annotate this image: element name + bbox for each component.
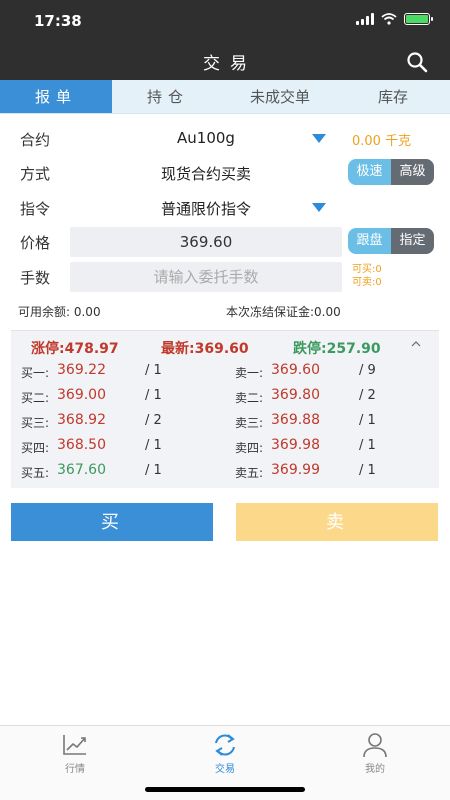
bottom-nav-label: 交易	[215, 764, 235, 775]
can-sell-count: 可卖:0	[352, 277, 382, 288]
bid-price[interactable]: 369.00	[57, 387, 106, 403]
depth-row: 买二: 369.00 / 1 卖二: 369.80 / 2	[11, 386, 439, 408]
contract-quantity: 0.00 千克	[352, 134, 412, 149]
chevron-up-icon[interactable]	[411, 339, 421, 349]
order-type-label: 指令	[20, 200, 51, 218]
mode-row: 方式 现货合约买卖 极速 高级	[0, 158, 450, 188]
bottom-nav-trade[interactable]: 交易	[185, 732, 265, 775]
lots-row: 手数 可买:0 可卖:0	[0, 262, 450, 292]
price-toggle: 跟盘 指定	[348, 228, 434, 254]
bid-label: 买三:	[21, 416, 50, 430]
wifi-icon	[381, 13, 397, 25]
ask-volume: / 1	[359, 438, 376, 453]
price-label: 价格	[20, 234, 51, 252]
contract-row[interactable]: 合约 Au100g 0.00 千克	[0, 124, 450, 154]
page-title: 交易	[203, 54, 257, 74]
can-buy-count: 可买:0	[352, 264, 382, 275]
ask-label: 卖四:	[235, 441, 264, 455]
status-time: 17:38	[34, 12, 82, 30]
battery-icon	[404, 13, 433, 25]
bid-label: 买四:	[21, 441, 50, 455]
ask-volume: / 2	[359, 388, 376, 403]
mode-label: 方式	[20, 165, 51, 183]
bid-volume: / 1	[145, 463, 162, 478]
tab-pending[interactable]: 未成交单	[224, 80, 336, 113]
latest-price: 最新:369.60	[161, 341, 249, 357]
order-type-select[interactable]: 普通限价指令	[70, 198, 342, 219]
ask-label: 卖三:	[235, 416, 264, 430]
available-balance: 可用余额: 0.00	[18, 305, 101, 319]
limit-down-price: 跌停:257.90	[293, 341, 381, 357]
frozen-margin: 本次冻结保证金:0.00	[226, 305, 341, 319]
ask-volume: / 1	[359, 413, 376, 428]
bottom-nav-label: 行情	[65, 764, 85, 775]
price-fixed-button[interactable]: 指定	[391, 228, 434, 254]
bid-label: 买一:	[21, 366, 50, 380]
chevron-down-icon[interactable]	[312, 203, 326, 212]
search-icon[interactable]	[406, 51, 428, 73]
ask-price[interactable]: 369.98	[271, 437, 320, 453]
home-indicator	[145, 787, 305, 792]
trade-tabs: 报单 持仓 未成交单 库存	[0, 80, 450, 114]
status-bar: 17:38	[0, 0, 450, 40]
sell-button[interactable]: 卖	[236, 503, 438, 541]
ask-price[interactable]: 369.99	[271, 462, 320, 478]
lots-label: 手数	[20, 269, 51, 287]
buy-button[interactable]: 买	[11, 503, 213, 541]
ask-price[interactable]: 369.60	[271, 362, 320, 378]
order-type-row[interactable]: 指令 普通限价指令	[0, 193, 450, 223]
bid-price[interactable]: 369.22	[57, 362, 106, 378]
contract-select[interactable]: Au100g	[70, 129, 342, 147]
mode-advanced-button[interactable]: 高级	[391, 159, 434, 185]
mode-toggle: 极速 高级	[348, 159, 434, 185]
bid-label: 买五:	[21, 466, 50, 480]
depth-row: 买一: 369.22 / 1 卖一: 369.60 / 9	[11, 361, 439, 383]
bid-price[interactable]: 368.92	[57, 412, 106, 428]
bid-volume: / 1	[145, 363, 162, 378]
refresh-icon	[215, 734, 235, 756]
depth-row: 买五: 367.60 / 1 卖五: 369.99 / 1	[11, 461, 439, 483]
mode-value: 现货合约买卖	[160, 165, 251, 183]
price-follow-button[interactable]: 跟盘	[348, 228, 391, 254]
ask-volume: / 1	[359, 463, 376, 478]
chart-line-icon	[63, 735, 86, 755]
bid-label: 买二:	[21, 391, 50, 405]
bid-volume: / 2	[145, 413, 162, 428]
bid-volume: / 1	[145, 388, 162, 403]
bottom-nav-label: 我的	[365, 764, 385, 775]
ask-label: 卖二:	[235, 391, 264, 405]
lots-input[interactable]	[70, 262, 342, 292]
chevron-down-icon[interactable]	[312, 134, 326, 143]
user-icon	[363, 733, 387, 758]
bottom-nav-market[interactable]: 行情	[35, 732, 115, 775]
ask-label: 卖五:	[235, 466, 264, 480]
ask-label: 卖一:	[235, 366, 264, 380]
ask-volume: / 9	[359, 363, 376, 378]
mode-fast-button[interactable]: 极速	[348, 159, 391, 185]
ask-price[interactable]: 369.80	[271, 387, 320, 403]
bottom-nav-profile[interactable]: 我的	[335, 732, 415, 775]
nav-bar: 交易	[0, 40, 450, 80]
bid-price[interactable]: 367.60	[57, 462, 106, 478]
bid-volume: / 1	[145, 438, 162, 453]
bid-price[interactable]: 368.50	[57, 437, 106, 453]
depth-row: 买四: 368.50 / 1 卖四: 369.98 / 1	[11, 436, 439, 458]
contract-label: 合约	[20, 131, 51, 149]
price-input[interactable]: 369.60	[70, 227, 342, 257]
limit-up-price: 涨停:478.97	[31, 341, 119, 357]
quote-panel: 涨停:478.97 最新:369.60 跌停:257.90 买一: 369.22…	[11, 330, 439, 488]
ask-price[interactable]: 369.88	[271, 412, 320, 428]
tab-positions[interactable]: 持仓	[112, 80, 224, 113]
tab-order[interactable]: 报单	[0, 80, 112, 113]
price-row: 价格 369.60 跟盘 指定	[0, 227, 450, 257]
status-icons	[356, 13, 433, 25]
tab-inventory[interactable]: 库存	[336, 80, 450, 113]
depth-row: 买三: 368.92 / 2 卖三: 369.88 / 1	[11, 411, 439, 433]
signal-icon	[356, 13, 374, 25]
